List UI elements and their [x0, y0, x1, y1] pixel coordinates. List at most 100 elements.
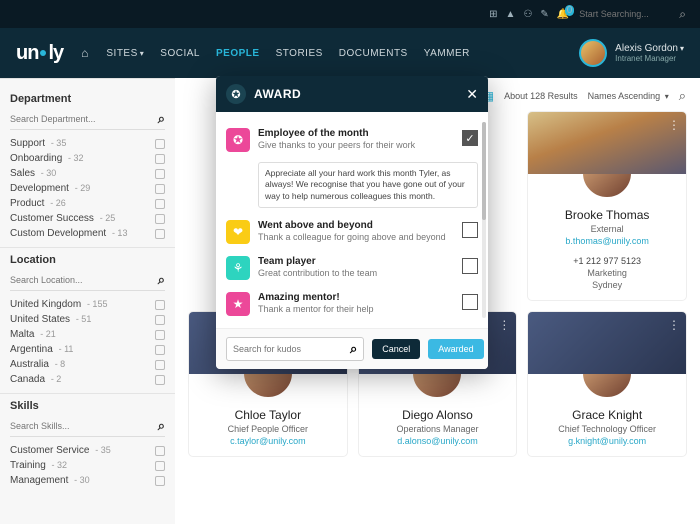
person-name: Grace Knight [534, 408, 680, 422]
checkbox[interactable] [462, 222, 478, 238]
filter-item[interactable]: Support - 35 [10, 136, 165, 151]
home-icon[interactable]: ⌂ [81, 46, 88, 60]
checkbox[interactable] [155, 139, 165, 149]
award-option[interactable]: ✪Employee of the monthGive thanks to you… [226, 122, 478, 158]
scrollbar[interactable] [482, 122, 486, 318]
filter-item[interactable]: Australia - 8 [10, 357, 165, 372]
sort-dropdown[interactable]: Names Ascending ▾ [588, 91, 669, 101]
filter-label: United Kingdom - 155 [10, 299, 155, 310]
kudos-search[interactable]: ⌕ [226, 337, 364, 361]
section-department: Department [10, 93, 165, 105]
filter-label: Customer Service - 35 [10, 445, 155, 456]
person-email[interactable]: d.alonso@unily.com [365, 436, 511, 446]
close-icon[interactable]: ✕ [466, 86, 478, 103]
filter-item[interactable]: United States - 51 [10, 312, 165, 327]
nav-social[interactable]: SOCIAL [160, 48, 200, 59]
award-option[interactable]: ❤Went above and beyondThank a colleague … [226, 214, 478, 250]
cancel-button[interactable]: Cancel [372, 339, 420, 359]
checkbox-checked[interactable]: ✓ [462, 130, 478, 146]
checkbox[interactable] [155, 154, 165, 164]
award-note[interactable]: Appreciate all your hard work this month… [258, 162, 478, 208]
nav-stories[interactable]: STORIES [276, 48, 323, 59]
checkbox[interactable] [155, 199, 165, 209]
checkbox[interactable] [155, 300, 165, 310]
search-icon[interactable]: ⌕ [158, 272, 165, 288]
card-menu-icon[interactable]: ⋮ [498, 318, 510, 332]
search-icon[interactable]: ⌕ [350, 341, 357, 357]
location-search[interactable]: ⌕ [10, 270, 165, 291]
card-menu-icon[interactable]: ⋮ [668, 118, 680, 132]
nav-yammer[interactable]: YAMMER [424, 48, 470, 59]
filter-label: Product - 26 [10, 198, 155, 209]
checkbox[interactable] [462, 294, 478, 310]
person-email[interactable]: b.thomas@unily.com [534, 236, 680, 246]
checkbox[interactable] [155, 446, 165, 456]
filter-label: Development - 29 [10, 183, 155, 194]
nav-people[interactable]: PEOPLE [216, 48, 260, 59]
checkbox[interactable] [155, 461, 165, 471]
logo[interactable]: unly [16, 42, 63, 65]
checkbox[interactable] [155, 229, 165, 239]
person-email[interactable]: g.knight@unily.com [534, 436, 680, 446]
main-nav: SITES▾ SOCIAL PEOPLE STORIES DOCUMENTS Y… [106, 48, 470, 59]
nav-sites[interactable]: SITES▾ [106, 48, 144, 59]
award-option[interactable]: ★Amazing mentor!Thank a mentor for their… [226, 286, 478, 322]
award-title: Amazing mentor! [258, 292, 454, 303]
filter-label: Custom Development - 13 [10, 228, 155, 239]
person-name: Chloe Taylor [195, 408, 341, 422]
filter-item[interactable]: Onboarding - 32 [10, 151, 165, 166]
user-menu[interactable]: Alexis Gordon▾ Intranet Manager [579, 39, 684, 67]
checkbox[interactable] [155, 476, 165, 486]
filter-label: Management - 30 [10, 475, 155, 486]
filter-item[interactable]: United Kingdom - 155 [10, 297, 165, 312]
filter-item[interactable]: Malta - 21 [10, 327, 165, 342]
checkbox[interactable] [462, 258, 478, 274]
filter-label: Argentina - 11 [10, 344, 155, 355]
award-title: Team player [258, 256, 454, 267]
filter-item[interactable]: Management - 30 [10, 473, 165, 488]
checkbox[interactable] [155, 345, 165, 355]
filter-item[interactable]: Training - 32 [10, 458, 165, 473]
checkbox[interactable] [155, 315, 165, 325]
filter-item[interactable]: Customer Service - 35 [10, 443, 165, 458]
search-icon[interactable]: ⌕ [679, 7, 686, 22]
nav-documents[interactable]: DOCUMENTS [339, 48, 408, 59]
search-icon[interactable]: ⌕ [158, 418, 165, 434]
checkbox[interactable] [155, 375, 165, 385]
filter-item[interactable]: Argentina - 11 [10, 342, 165, 357]
medal-icon: ✪ [226, 84, 246, 104]
department-search[interactable]: ⌕ [10, 109, 165, 130]
utility-icons: ⊞ ▲ ⚇ ✎ 🔔0 [489, 9, 569, 20]
header: unly ⌂ SITES▾ SOCIAL PEOPLE STORIES DOCU… [0, 28, 700, 78]
org-icon[interactable]: ⚇ [523, 9, 532, 20]
edit-icon[interactable]: ✎ [540, 9, 548, 20]
person-card[interactable]: ⋮ Brooke Thomas External b.thomas@unily.… [528, 112, 686, 300]
search-icon[interactable]: ⌕ [158, 111, 165, 127]
apps-icon[interactable]: ⊞ [489, 9, 497, 20]
filter-item[interactable]: Custom Development - 13 [10, 226, 165, 241]
skills-search[interactable]: ⌕ [10, 416, 165, 437]
checkbox[interactable] [155, 330, 165, 340]
user-icon[interactable]: ▲ [506, 9, 516, 20]
filter-item[interactable]: Sales - 30 [10, 166, 165, 181]
award-icon: ⚘ [226, 256, 250, 280]
modal-body: ✪Employee of the monthGive thanks to you… [216, 112, 488, 328]
bell-icon[interactable]: 🔔0 [557, 9, 569, 20]
filter-label: Canada - 2 [10, 374, 155, 385]
filter-item[interactable]: Canada - 2 [10, 372, 165, 387]
filter-item[interactable]: Development - 29 [10, 181, 165, 196]
checkbox[interactable] [155, 184, 165, 194]
award-option[interactable]: ⚘Team playerGreat contribution to the te… [226, 250, 478, 286]
global-search-input[interactable] [579, 9, 669, 19]
search-icon[interactable]: ⌕ [679, 88, 686, 104]
filter-item[interactable]: Product - 26 [10, 196, 165, 211]
checkbox[interactable] [155, 360, 165, 370]
filter-item[interactable]: Customer Success - 25 [10, 211, 165, 226]
awarded-button[interactable]: Awarded [428, 339, 483, 359]
person-email[interactable]: c.taylor@unily.com [195, 436, 341, 446]
checkbox[interactable] [155, 169, 165, 179]
checkbox[interactable] [155, 214, 165, 224]
person-card[interactable]: ⋮ Grace Knight Chief Technology Officer … [528, 312, 686, 456]
filter-label: Onboarding - 32 [10, 153, 155, 164]
card-menu-icon[interactable]: ⋮ [668, 318, 680, 332]
